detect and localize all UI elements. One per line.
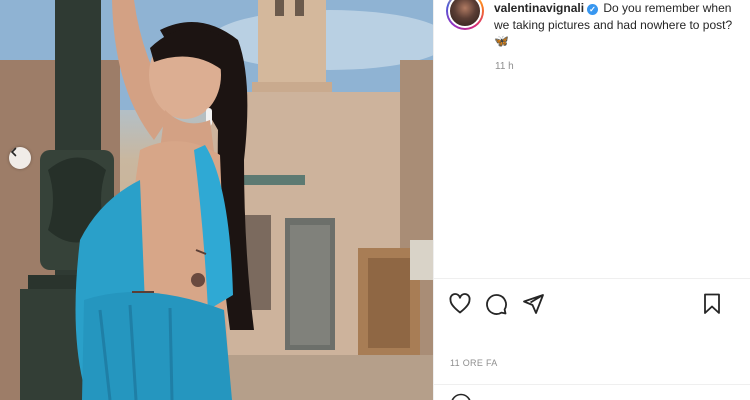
avatar-image bbox=[448, 0, 482, 28]
comment-icon[interactable] bbox=[484, 292, 508, 316]
post-side-panel: valentinavignali ✓ Do you remember when w… bbox=[433, 0, 750, 400]
action-bar bbox=[434, 278, 750, 328]
chevron-left-icon bbox=[10, 147, 17, 157]
caption-text: valentinavignali ✓ Do you remember when w… bbox=[494, 0, 734, 50]
carousel-prev-button[interactable] bbox=[9, 147, 31, 169]
avatar[interactable] bbox=[446, 0, 484, 30]
post-timestamp[interactable]: 11 ORE FA bbox=[450, 358, 498, 368]
post-photo[interactable] bbox=[0, 0, 433, 400]
username-link[interactable]: valentinavignali bbox=[494, 1, 584, 15]
bookmark-icon[interactable] bbox=[700, 292, 724, 316]
caption-row: valentinavignali ✓ Do you remember when w… bbox=[446, 0, 746, 50]
caption-timestamp[interactable]: 11 h bbox=[495, 61, 514, 72]
comment-bar[interactable] bbox=[434, 384, 750, 400]
heart-icon[interactable] bbox=[448, 292, 472, 316]
verified-badge-icon: ✓ bbox=[587, 4, 599, 15]
smiley-icon[interactable] bbox=[450, 393, 472, 400]
paper-plane-icon[interactable] bbox=[521, 292, 545, 316]
photo-illustration bbox=[0, 0, 433, 400]
